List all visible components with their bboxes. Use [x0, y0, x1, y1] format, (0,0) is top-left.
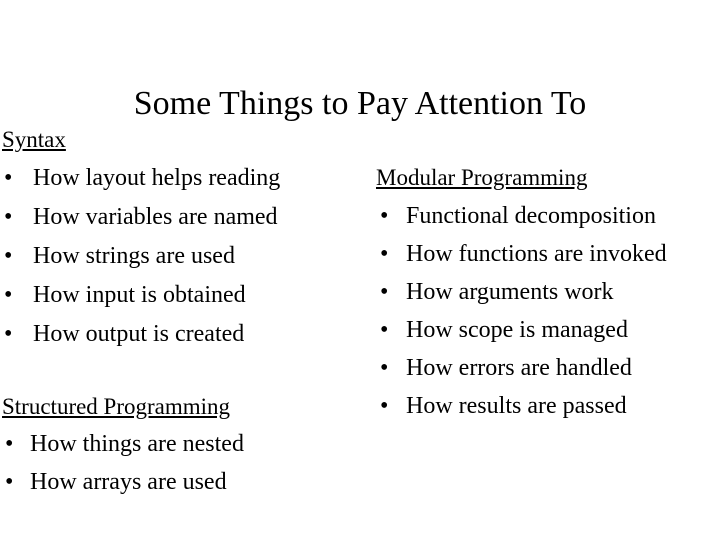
list-item-label: How errors are handled: [406, 355, 632, 381]
bullet-icon: •: [380, 317, 389, 343]
list-item: • How functions are invoked: [376, 235, 720, 273]
list-item: • How strings are used: [2, 237, 354, 276]
bullet-icon: •: [380, 393, 389, 419]
list-item: • How input is obtained: [2, 276, 354, 315]
list-item: • How errors are handled: [376, 349, 720, 387]
list-item-label: How variables are named: [33, 204, 278, 230]
list-item-label: How input is obtained: [33, 282, 246, 308]
list-item: • How scope is managed: [376, 311, 720, 349]
bullet-icon: •: [5, 431, 14, 457]
list-item-label: How things are nested: [30, 431, 244, 457]
list-item-label: How layout helps reading: [33, 165, 281, 191]
list-item: • How arguments work: [376, 273, 720, 311]
list-item-label: How scope is managed: [406, 317, 628, 343]
section-heading-syntax: Syntax: [2, 127, 66, 152]
bullet-icon: •: [380, 355, 389, 381]
list-item-label: How functions are invoked: [406, 241, 667, 267]
list-item-label: How results are passed: [406, 393, 627, 419]
list-item: • How things are nested: [2, 425, 354, 463]
bullet-icon: •: [4, 321, 13, 347]
bullet-icon: •: [4, 204, 13, 230]
list-item: • How layout helps reading: [2, 159, 354, 198]
bullet-icon: •: [380, 241, 389, 267]
list-item: • How output is created: [2, 315, 354, 354]
page-title: Some Things to Pay Attention To: [133, 84, 587, 122]
section-heading-modular-programming: Modular Programming: [376, 165, 588, 190]
list-item-label: Functional decomposition: [406, 203, 656, 229]
list-item: • How results are passed: [376, 387, 720, 425]
list-item: • Functional decomposition: [376, 197, 720, 235]
list-item-label: How strings are used: [33, 243, 235, 269]
bullet-icon: •: [380, 279, 389, 305]
bullet-list-syntax: • How layout helps reading • How variabl…: [2, 159, 354, 354]
section-heading-structured-programming: Structured Programming: [2, 394, 231, 419]
bullet-icon: •: [4, 165, 13, 191]
right-content-column: Modular Programming • Functional decompo…: [376, 164, 720, 425]
presentation-slide: Some Things to Pay Attention To Syntax •…: [0, 0, 720, 540]
list-item-label: How output is created: [33, 321, 245, 347]
list-item: • How arrays are used: [2, 463, 354, 501]
list-item: • How variables are named: [2, 198, 354, 237]
bullet-icon: •: [4, 282, 13, 308]
list-item-label: How arrays are used: [30, 469, 227, 495]
left-content-column: Syntax • How layout helps reading • How …: [2, 126, 354, 501]
bullet-list-modular-programming: • Functional decomposition • How functio…: [376, 197, 720, 425]
bullet-icon: •: [5, 469, 14, 495]
bullet-icon: •: [4, 243, 13, 269]
bullet-list-structured-programming: • How things are nested • How arrays are…: [2, 425, 354, 501]
bullet-icon: •: [380, 203, 389, 229]
list-item-label: How arguments work: [406, 279, 614, 305]
